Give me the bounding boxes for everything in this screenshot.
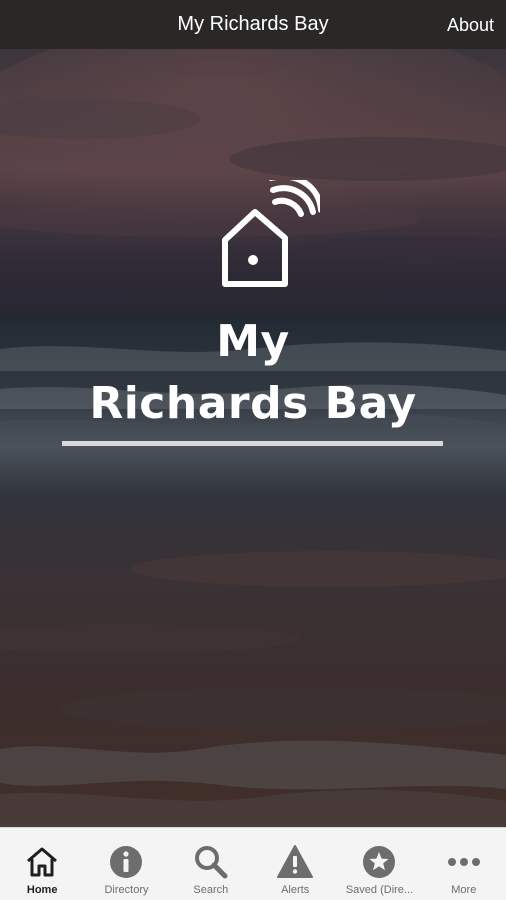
- search-icon: [194, 846, 228, 879]
- brand-title-line2: Richards Bay: [89, 378, 417, 429]
- home-icon: [27, 847, 58, 877]
- app-screen: My Richards Bay About My Richards Bay Ho…: [0, 0, 506, 900]
- tab-search-label: Search: [193, 884, 229, 896]
- brand-title-line1: My: [216, 316, 290, 367]
- tab-alerts-label: Alerts: [281, 884, 310, 896]
- tab-home-label: Home: [26, 884, 58, 896]
- warning-icon: [277, 845, 314, 878]
- tab-more-label: More: [451, 884, 477, 896]
- hero-background: [0, 49, 506, 827]
- info-circle-icon: [110, 846, 143, 878]
- more-dots-icon: [447, 858, 480, 866]
- beach-background-image: [0, 49, 506, 827]
- tab-home[interactable]: Home: [0, 828, 84, 900]
- bottom-tab-bar: Home Directory Search Alerts Saved (Dire…: [0, 827, 506, 900]
- tab-search[interactable]: Search: [169, 828, 253, 900]
- smart-home-wifi-icon: [222, 180, 320, 287]
- page-title: My Richards Bay: [177, 13, 329, 35]
- tab-saved-label: Saved (Dire...: [345, 884, 414, 896]
- tab-saved[interactable]: Saved (Dire...: [337, 828, 421, 900]
- top-bar: My Richards Bay About: [0, 0, 506, 49]
- about-button[interactable]: About: [447, 14, 494, 36]
- brand-underline: [62, 441, 443, 446]
- tab-more[interactable]: More: [422, 828, 506, 900]
- tab-alerts[interactable]: Alerts: [253, 828, 337, 900]
- tab-directory-label: Directory: [104, 884, 149, 896]
- tab-directory[interactable]: Directory: [84, 828, 168, 900]
- star-circle-icon: [363, 846, 396, 878]
